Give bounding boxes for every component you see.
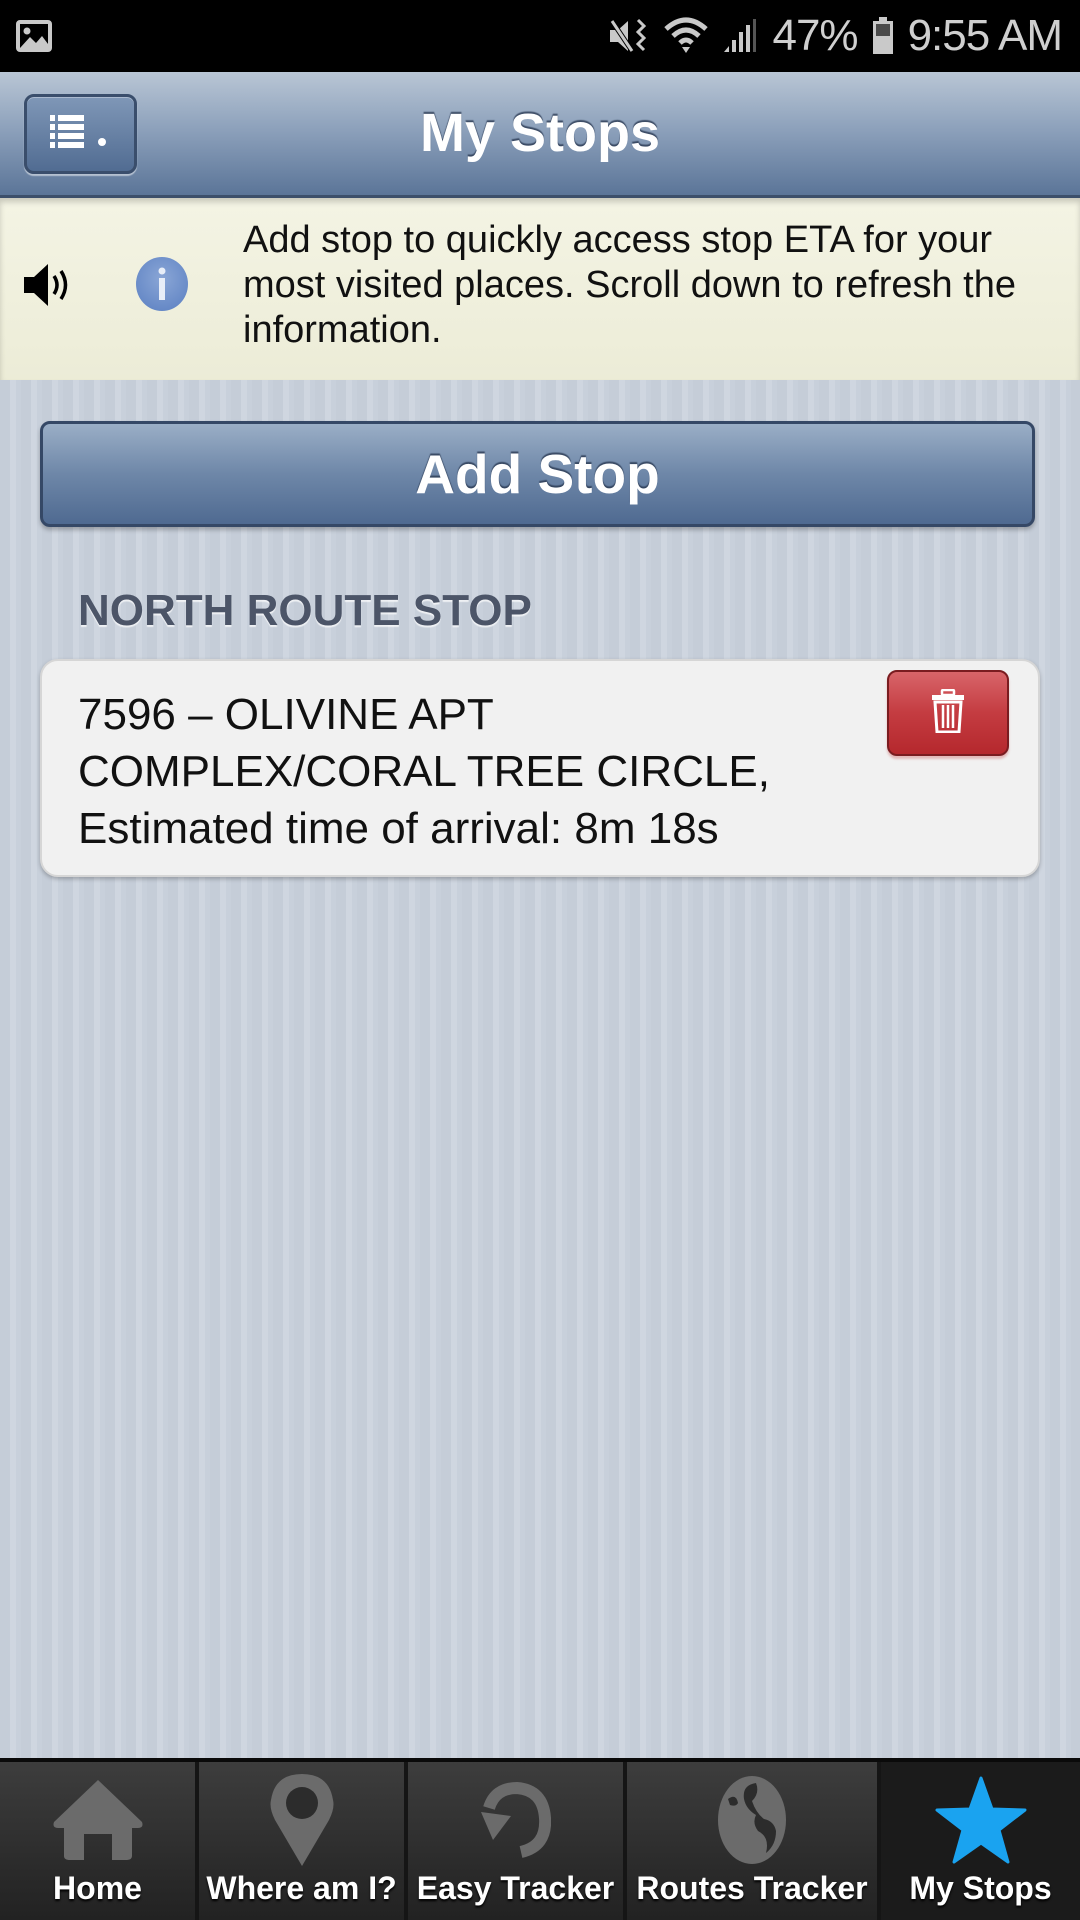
home-icon — [52, 1778, 144, 1867]
app-header: My Stops — [0, 72, 1080, 198]
clock: 9:55 AM — [907, 11, 1063, 60]
info-icon — [134, 257, 190, 316]
battery-percent: 47% — [772, 11, 858, 60]
image-notification-icon — [16, 20, 52, 52]
wifi-icon — [664, 17, 709, 55]
tab-home[interactable]: Home — [0, 1762, 199, 1920]
stop-details: 7596 – OLIVINE APT COMPLEX/CORAL TREE CI… — [78, 686, 858, 857]
speaker-icon — [22, 264, 78, 312]
tab-easy-tracker[interactable]: Easy Tracker — [408, 1762, 627, 1920]
section-heading: NORTH ROUTE STOP — [78, 586, 532, 635]
vibrate-mute-icon — [608, 17, 650, 55]
tab-label: Easy Tracker — [416, 1870, 615, 1906]
stop-name-line-2: COMPLEX/CORAL TREE CIRCLE, — [78, 747, 770, 796]
tab-label: Where am I? — [206, 1870, 397, 1906]
status-bar: 47% 9:55 AM — [0, 0, 1080, 72]
tab-routes-tracker[interactable]: Routes Tracker — [627, 1762, 881, 1920]
cell-signal-icon — [722, 18, 758, 54]
tab-label: Routes Tracker — [636, 1870, 868, 1906]
page-title: My Stops — [419, 103, 661, 163]
delete-stop-button[interactable] — [887, 670, 1009, 756]
stop-name-line-1: 7596 – OLIVINE APT — [78, 690, 494, 739]
tab-label: Home — [53, 1870, 142, 1906]
stop-card[interactable]: 7596 – OLIVINE APT COMPLEX/CORAL TREE CI… — [40, 659, 1040, 877]
tab-label: My Stops — [909, 1870, 1052, 1906]
bottom-tab-bar: Home Where am I? Easy Tracker Routes Tra… — [0, 1758, 1080, 1920]
info-button[interactable] — [134, 256, 190, 317]
add-stop-button[interactable]: Add Stop — [40, 421, 1035, 527]
battery-icon — [872, 17, 894, 55]
info-text: Add stop to quickly access stop ETA for … — [243, 219, 1017, 351]
star-icon — [935, 1776, 1027, 1869]
speaker-button[interactable] — [22, 262, 78, 313]
refresh-arrow-icon — [480, 1781, 551, 1863]
stop-eta: Estimated time of arrival: 8m 18s — [78, 804, 719, 853]
tab-where-am-i[interactable]: Where am I? — [199, 1762, 408, 1920]
globe-icon — [716, 1775, 788, 1870]
trash-icon — [931, 688, 965, 738]
tab-my-stops[interactable]: My Stops — [881, 1762, 1080, 1920]
map-pin-icon — [269, 1772, 335, 1873]
